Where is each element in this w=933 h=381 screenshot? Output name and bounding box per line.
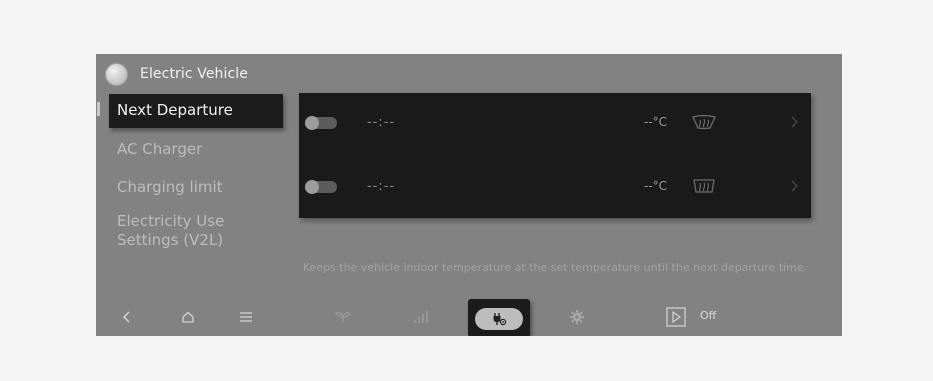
eco-leaf-icon bbox=[335, 312, 351, 323]
chevron-right-icon bbox=[791, 116, 798, 128]
bottom-navigation-bar: Off bbox=[96, 298, 842, 336]
sidebar-item-ac-charger[interactable]: AC Charger bbox=[109, 134, 283, 165]
home-button[interactable] bbox=[178, 306, 198, 328]
info-description: Keeps the vehicle indoor temperature at … bbox=[302, 261, 808, 274]
settings-button[interactable] bbox=[566, 306, 588, 328]
play-button[interactable] bbox=[664, 306, 688, 328]
departure-row-2[interactable]: --:-- --°C bbox=[299, 166, 811, 206]
departure-temperature: --°C bbox=[644, 179, 668, 193]
departure-list: --:-- --°C --:-- --°C bbox=[299, 93, 811, 218]
infotainment-screen: Electric Vehicle Next Departure AC Charg… bbox=[96, 54, 842, 336]
departure-toggle[interactable] bbox=[305, 116, 337, 130]
home-icon bbox=[182, 311, 194, 323]
back-button[interactable] bbox=[118, 306, 136, 328]
page-frame: Electric Vehicle Next Departure AC Charg… bbox=[0, 0, 933, 381]
energy-info-button[interactable] bbox=[410, 306, 432, 328]
page-title: Electric Vehicle bbox=[140, 66, 248, 82]
ev-charge-button[interactable] bbox=[468, 299, 530, 336]
sidebar-item-charging-limit[interactable]: Charging limit bbox=[109, 172, 283, 203]
play-icon bbox=[666, 307, 686, 327]
ev-charge-icon bbox=[493, 313, 507, 326]
ev-charge-pill bbox=[475, 308, 523, 330]
toggle-knob bbox=[305, 180, 319, 194]
eco-button[interactable] bbox=[332, 306, 354, 328]
settings-gear-icon bbox=[570, 310, 584, 324]
back-icon bbox=[123, 311, 130, 323]
departure-toggle[interactable] bbox=[305, 180, 337, 194]
chevron-right-icon bbox=[791, 180, 798, 192]
app-header: Electric Vehicle bbox=[105, 62, 248, 86]
sidebar-item-next-departure[interactable]: Next Departure bbox=[109, 94, 283, 128]
ev-app-icon bbox=[105, 62, 128, 86]
energy-chart-icon bbox=[414, 311, 428, 323]
sidebar-item-label: Charging limit bbox=[117, 178, 223, 196]
menu-icon bbox=[240, 312, 252, 322]
departure-time: --:-- bbox=[367, 115, 396, 130]
departure-temperature: --°C bbox=[644, 115, 668, 129]
toggle-knob bbox=[305, 116, 319, 130]
sidebar-scroll-indicator bbox=[97, 102, 100, 116]
media-status-label: Off bbox=[700, 309, 717, 322]
sidebar-item-label: Electricity Use Settings (V2L) bbox=[117, 212, 225, 249]
menu-button[interactable] bbox=[236, 306, 256, 328]
departure-row-1[interactable]: --:-- --°C bbox=[299, 102, 811, 142]
front-defrost-icon bbox=[692, 114, 716, 130]
rear-defrost-icon bbox=[693, 179, 715, 193]
sidebar-item-electricity-use-settings[interactable]: Electricity Use Settings (V2L) bbox=[109, 206, 259, 256]
sidebar-item-label: Next Departure bbox=[117, 101, 233, 119]
departure-time: --:-- bbox=[367, 179, 396, 194]
sidebar-item-label: AC Charger bbox=[117, 140, 203, 158]
